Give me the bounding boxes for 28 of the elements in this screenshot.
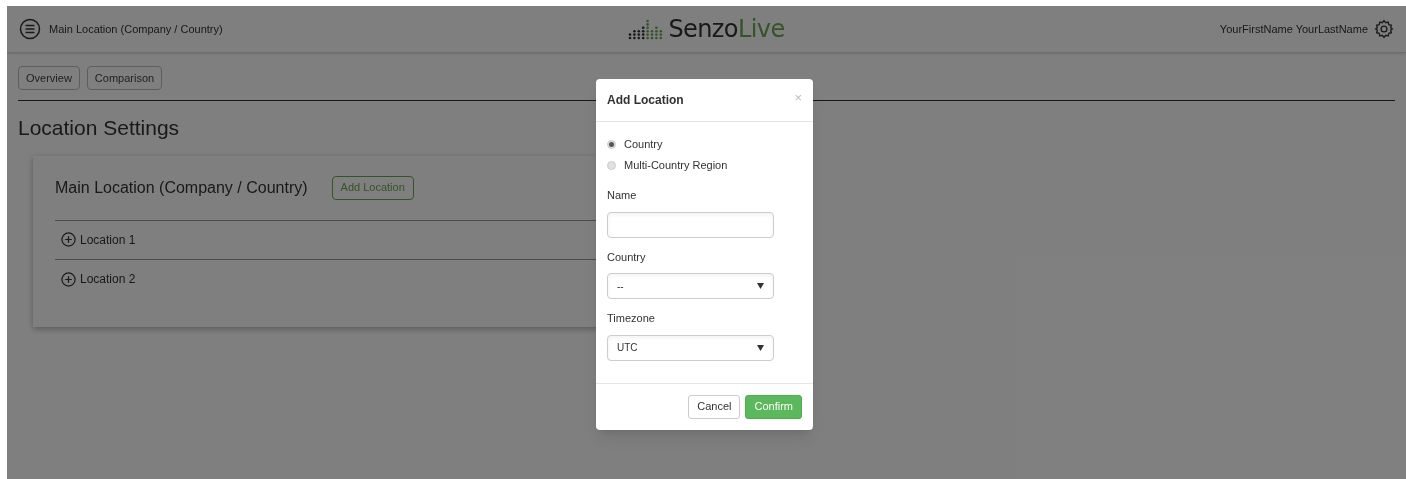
tab[interactable]: Overview xyxy=(18,66,80,90)
field-label: Timezone xyxy=(607,311,656,326)
radio-option[interactable]: Multi-Country Region xyxy=(607,155,802,176)
cancel-button[interactable]: Cancel xyxy=(688,394,741,419)
confirm-button[interactable]: Confirm xyxy=(745,394,802,419)
tab[interactable]: Comparison xyxy=(86,66,163,90)
dropdown-arrow-icon xyxy=(757,344,764,351)
dropdown-arrow-icon xyxy=(757,283,764,289)
plus-circle-icon[interactable] xyxy=(61,232,76,247)
radio-option[interactable]: Country xyxy=(607,134,802,155)
select-field[interactable]: UTC xyxy=(607,334,774,361)
field-label: Name xyxy=(607,188,638,203)
page-title: Location Settings xyxy=(18,115,181,141)
logo-text: SenzoLive xyxy=(668,14,785,45)
plus-circle-icon[interactable] xyxy=(61,271,76,287)
dialog-title: Add Location xyxy=(607,92,684,109)
location-label: Location 1 xyxy=(80,231,136,249)
name-field[interactable] xyxy=(607,211,774,238)
breadcrumb: Main Location (Company / Country) xyxy=(49,21,223,37)
radio-button[interactable] xyxy=(607,161,616,170)
user-name[interactable]: YourFirstName YourLastName xyxy=(1219,20,1368,38)
settings-icon[interactable] xyxy=(1374,19,1394,39)
select-field[interactable]: -- xyxy=(607,273,774,299)
radio-button[interactable] xyxy=(607,140,616,149)
location-label: Location 2 xyxy=(80,271,136,288)
menu-icon[interactable] xyxy=(19,18,41,40)
logo-icon xyxy=(628,18,665,40)
card-title: Main Location (Company / Country) xyxy=(55,177,308,198)
